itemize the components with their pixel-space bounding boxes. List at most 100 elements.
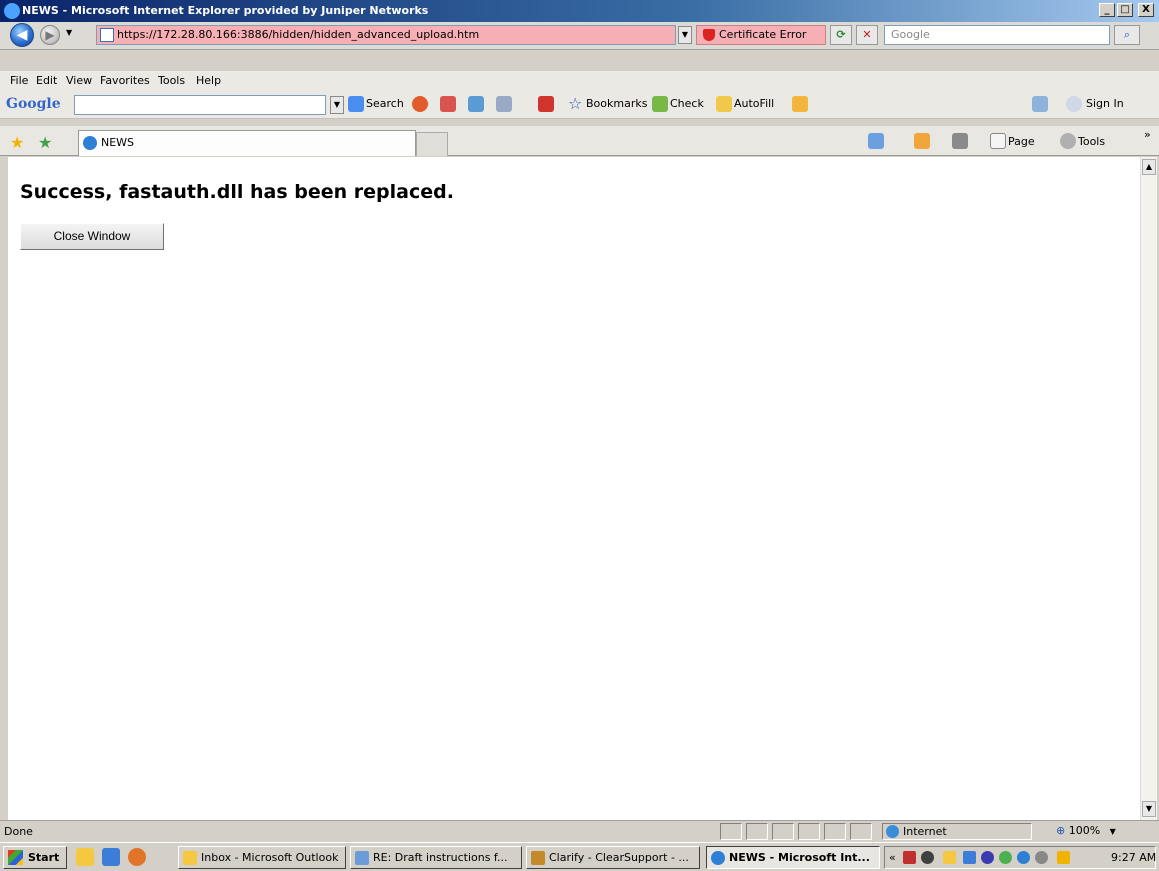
globe-icon (886, 825, 899, 838)
address-dropdown-button[interactable]: ▼ (678, 26, 692, 44)
menu-file[interactable]: File (10, 74, 28, 87)
close-window-button[interactable]: X (1138, 3, 1154, 17)
feeds-icon[interactable] (914, 133, 930, 149)
google-search-dropdown[interactable]: ▼ (330, 96, 344, 114)
title-bar: NEWS - Microsoft Internet Explorer provi… (0, 0, 1159, 22)
home-icon[interactable] (868, 133, 884, 149)
scroll-up-icon[interactable]: ▲ (1142, 159, 1156, 175)
start-button[interactable]: Start (3, 846, 67, 869)
quicklaunch-outlook-icon[interactable] (76, 848, 94, 866)
page-content: Success, fastauth.dll has been replaced.… (8, 157, 1140, 820)
bookmark-star-icon: ☆ (568, 94, 583, 113)
maximize-button[interactable]: □ (1117, 3, 1133, 17)
tray-icon[interactable] (981, 851, 994, 864)
taskbar-item-news[interactable]: NEWS - Microsoft Int... (706, 846, 880, 869)
quicklaunch-desktop-icon[interactable] (102, 848, 120, 866)
back-button[interactable]: ◀ (10, 23, 34, 47)
tray-icon[interactable] (963, 851, 976, 864)
vertical-scrollbar[interactable]: ▲ ▼ (1140, 157, 1157, 820)
google-search-button[interactable]: Search (366, 97, 404, 110)
autofill-button[interactable]: AutoFill (734, 97, 774, 110)
status-cell (824, 823, 846, 840)
google-search-input[interactable] (74, 95, 326, 115)
tab-news[interactable]: NEWS (78, 130, 416, 156)
history-dropdown-icon[interactable]: ▼ (66, 28, 72, 37)
tray-icon[interactable] (903, 851, 916, 864)
user-icon (1066, 96, 1082, 112)
refresh-button[interactable]: ⟳ (830, 25, 852, 45)
forward-arrow-icon: ▶ (45, 28, 55, 42)
forward-button[interactable]: ▶ (40, 25, 60, 45)
system-tray: « 9:27 AM (884, 846, 1156, 869)
menu-tools[interactable]: Tools (158, 74, 185, 87)
google-logo: Google (6, 96, 61, 112)
menu-help[interactable]: Help (196, 74, 221, 87)
settings-wrench-icon[interactable] (1032, 96, 1048, 112)
add-favorite-icon[interactable]: ★ (38, 133, 52, 152)
menu-bar: File Edit View Favorites Tools Help (0, 71, 1159, 91)
email-icon (355, 851, 369, 865)
tray-icon[interactable] (1057, 851, 1070, 864)
pagerank-icon[interactable] (412, 96, 428, 112)
scroll-down-icon[interactable]: ▼ (1142, 801, 1156, 817)
menu-edit[interactable]: Edit (36, 74, 57, 87)
search-input[interactable]: Google (884, 25, 1110, 45)
zoom-dropdown-icon: ▼ (1109, 827, 1116, 836)
ie-logo-icon (4, 3, 20, 19)
tab-title: NEWS (101, 136, 135, 149)
taskbar-item-outlook[interactable]: Inbox - Microsoft Outlook (178, 846, 346, 869)
tray-icon[interactable] (1035, 851, 1048, 864)
tray-icon[interactable] (1017, 851, 1030, 864)
taskbar: Start Inbox - Microsoft Outlook RE: Draf… (0, 842, 1159, 871)
address-bar[interactable]: https://172.28.80.166:3886/hidden/hidden… (96, 25, 676, 45)
status-cell (798, 823, 820, 840)
page-menu-button[interactable]: Page (1008, 135, 1035, 148)
tray-icon[interactable] (921, 851, 934, 864)
menu-view[interactable]: View (66, 74, 92, 87)
spellcheck-icon (652, 96, 668, 112)
tools-gear-icon (1060, 133, 1076, 149)
popup-blocker-icon[interactable] (440, 96, 456, 112)
status-text: Done (4, 825, 33, 838)
menu-favorites[interactable]: Favorites (100, 74, 150, 87)
magnifier-icon: ⌕ (1123, 28, 1131, 41)
address-text: https://172.28.80.166:3886/hidden/hidden… (117, 28, 480, 41)
tray-icon[interactable] (943, 851, 956, 864)
check-button[interactable]: Check (670, 97, 704, 110)
favorites-center-icon[interactable]: ★ (10, 133, 24, 152)
new-tab-button[interactable] (416, 132, 448, 156)
taskbar-item-label: Inbox - Microsoft Outlook (201, 851, 339, 864)
print-icon[interactable] (952, 133, 968, 149)
minimize-button[interactable]: _ (1099, 3, 1115, 17)
status-cell (850, 823, 872, 840)
window-title: NEWS - Microsoft Internet Explorer provi… (22, 4, 429, 17)
tray-icon[interactable] (999, 851, 1012, 864)
taskbar-item-label: NEWS - Microsoft Int... (729, 851, 870, 864)
tools-menu-button[interactable]: Tools (1078, 135, 1105, 148)
zone-label: Internet (903, 825, 947, 838)
share-icon[interactable] (496, 96, 512, 112)
certificate-error-button[interactable]: Certificate Error (696, 25, 826, 45)
taskbar-item-label: RE: Draft instructions f... (373, 851, 508, 864)
gmail-icon[interactable] (538, 96, 554, 112)
highlight-icon[interactable] (792, 96, 808, 112)
sign-in-button[interactable]: Sign In (1086, 97, 1124, 110)
security-zone[interactable]: Internet (882, 823, 1032, 840)
search-go-button[interactable]: ⌕ (1114, 25, 1140, 45)
taskbar-item-clarify[interactable]: Clarify - ClearSupport - ... (526, 846, 700, 869)
toolbar-overflow-button[interactable]: » (1144, 128, 1151, 141)
windows-flag-icon (8, 850, 23, 865)
start-label: Start (28, 851, 60, 864)
close-window-page-button[interactable]: Close Window (20, 223, 164, 250)
clarify-icon (531, 851, 545, 865)
status-cell (720, 823, 742, 840)
taskbar-item-draft[interactable]: RE: Draft instructions f... (350, 846, 522, 869)
translate-icon[interactable] (468, 96, 484, 112)
certificate-error-label: Certificate Error (719, 28, 807, 41)
stop-button[interactable]: ✕ (856, 25, 878, 45)
quicklaunch-firefox-icon[interactable] (128, 848, 146, 866)
tray-expand-icon[interactable]: « (889, 847, 896, 868)
google-search-icon (348, 96, 364, 112)
zoom-control[interactable]: ⊕ 100% ▼ (1050, 823, 1150, 840)
bookmarks-button[interactable]: Bookmarks (586, 97, 647, 110)
